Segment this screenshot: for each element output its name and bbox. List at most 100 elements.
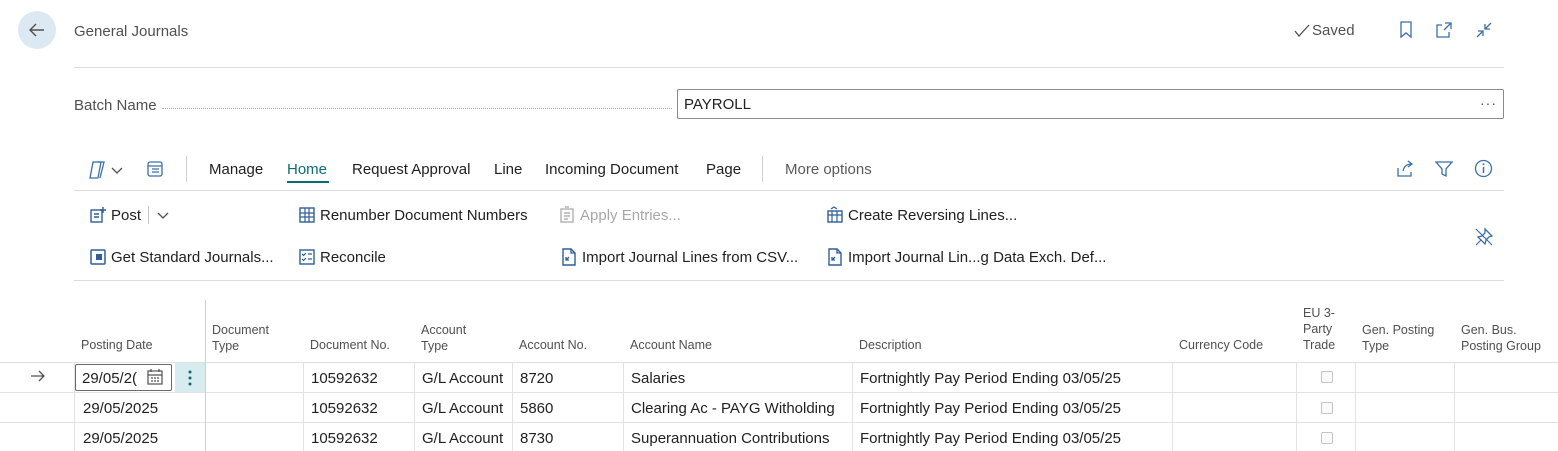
chevron-down-icon xyxy=(111,167,123,174)
open-new-window-button[interactable] xyxy=(1434,20,1454,40)
post-split-divider xyxy=(148,206,150,224)
import-csv-label: Import Journal Lines from CSV... xyxy=(582,248,799,266)
create-reversing-lines-button[interactable]: Create Reversing Lines... xyxy=(826,206,1017,224)
cell-account-no[interactable]: 8730 xyxy=(520,430,553,447)
cell-account-type[interactable]: G/L Account xyxy=(422,430,503,447)
page-title: General Journals xyxy=(74,23,189,40)
cell-account-type[interactable]: G/L Account xyxy=(422,400,503,417)
calendar-icon xyxy=(147,369,163,385)
grid-col-divider xyxy=(1172,362,1173,451)
back-button[interactable] xyxy=(18,11,56,49)
copilot-icon xyxy=(89,161,105,179)
reconcile-label: Reconcile xyxy=(320,248,386,266)
col-currency-code[interactable]: Currency Code xyxy=(1179,337,1263,353)
cell-account-no[interactable]: 5860 xyxy=(520,400,553,417)
pin-action-bar-button[interactable] xyxy=(1474,227,1494,250)
batch-lookup-button[interactable]: ··· xyxy=(1480,95,1497,111)
menu-home[interactable]: Home xyxy=(287,161,327,178)
filter-icon xyxy=(1434,161,1454,178)
menu-request-approval[interactable]: Request Approval xyxy=(352,161,470,178)
more-options-button[interactable]: More options xyxy=(785,161,872,178)
cell-description[interactable]: Fortnightly Pay Period Ending 03/05/25 xyxy=(860,400,1121,417)
menu-manage[interactable]: Manage xyxy=(209,161,263,178)
col-document-type-line2: Type xyxy=(212,339,240,353)
col-account-name[interactable]: Account Name xyxy=(630,337,712,353)
row-actions-button[interactable] xyxy=(175,363,205,392)
col-gen-posting-line2: Type xyxy=(1362,339,1390,353)
import-journal-lines-csv-button[interactable]: Import Journal Lines from CSV... xyxy=(560,248,798,266)
import-journal-lines-data-exch-button[interactable]: Import Journal Lin...g Data Exch. Def... xyxy=(826,248,1106,266)
apply-entries-label: Apply Entries... xyxy=(580,206,681,224)
col-document-type-line1: Document xyxy=(212,323,269,337)
col-account-type[interactable]: Account Type xyxy=(421,322,466,354)
cell-account-name: Superannuation Contributions xyxy=(631,430,830,447)
cell-account-name: Salaries xyxy=(631,370,686,387)
col-eu3-line3: Trade xyxy=(1303,338,1336,352)
cell-posting-date[interactable]: 29/05/2025 xyxy=(83,400,158,417)
col-document-no[interactable]: Document No. xyxy=(310,337,390,353)
cell-document-no[interactable]: 10592632 xyxy=(311,400,378,417)
grid-col-divider xyxy=(1355,362,1356,451)
col-gen-posting-type[interactable]: Gen. Posting Type xyxy=(1362,322,1434,354)
grid-col-divider xyxy=(512,362,513,451)
col-gen-bus-posting-group[interactable]: Gen. Bus. Posting Group xyxy=(1461,322,1541,354)
apply-entries-button[interactable]: Apply Entries... xyxy=(558,206,681,224)
unpin-icon xyxy=(1475,227,1494,246)
cell-account-no[interactable]: 8720 xyxy=(520,370,553,387)
reconcile-icon xyxy=(299,249,315,265)
chevron-down-icon[interactable] xyxy=(156,210,170,220)
post-button[interactable]: Post xyxy=(89,206,170,224)
copilot-button[interactable] xyxy=(86,160,124,180)
menu-separator xyxy=(186,156,187,182)
eu3-party-trade-checkbox[interactable] xyxy=(1321,371,1333,383)
grid-col-divider xyxy=(1454,362,1455,451)
menu-line[interactable]: Line xyxy=(494,161,522,178)
eu3-party-trade-checkbox[interactable] xyxy=(1321,432,1333,444)
col-document-type[interactable]: Document Type xyxy=(212,322,269,354)
col-posting-date[interactable]: Posting Date xyxy=(81,337,153,353)
cell-document-no[interactable]: 10592632 xyxy=(311,430,378,447)
col-account-type-line2: Type xyxy=(421,339,449,353)
list-view-button[interactable] xyxy=(146,160,164,181)
header-divider xyxy=(74,67,1504,68)
cell-description[interactable]: Fortnightly Pay Period Ending 03/05/25 xyxy=(860,370,1121,387)
collapse-button[interactable] xyxy=(1474,20,1494,40)
col-account-type-line1: Account xyxy=(421,323,467,337)
eu3-party-trade-checkbox[interactable] xyxy=(1321,402,1333,414)
bookmark-icon xyxy=(1400,21,1412,39)
cell-description[interactable]: Fortnightly Pay Period Ending 03/05/25 xyxy=(860,430,1121,447)
get-standard-journals-button[interactable]: Get Standard Journals... xyxy=(89,248,274,266)
menu-separator xyxy=(762,156,763,182)
cell-document-no[interactable]: 10592632 xyxy=(311,370,378,387)
reconcile-button[interactable]: Reconcile xyxy=(298,248,386,266)
menu-page[interactable]: Page xyxy=(706,161,741,178)
list-view-icon xyxy=(147,161,163,177)
import-file-icon xyxy=(562,248,576,266)
create-reversing-label: Create Reversing Lines... xyxy=(848,206,1018,224)
cell-account-type[interactable]: G/L Account xyxy=(422,370,503,387)
filter-button[interactable] xyxy=(1434,160,1454,181)
cell-posting-date[interactable]: 29/05/2025 xyxy=(83,430,158,447)
share-button[interactable] xyxy=(1395,160,1415,181)
col-eu3-line1: EU 3- xyxy=(1303,306,1335,320)
info-button[interactable] xyxy=(1474,159,1493,181)
menu-incoming-document[interactable]: Incoming Document xyxy=(545,161,678,178)
batch-name-input[interactable]: PAYROLL xyxy=(677,89,1504,119)
grid-col-divider xyxy=(414,362,415,451)
actions-divider xyxy=(74,280,1504,281)
renumber-label: Renumber Document Numbers xyxy=(320,206,528,224)
col-gen-posting-line1: Gen. Posting xyxy=(1362,323,1435,337)
col-account-no[interactable]: Account No. xyxy=(519,337,587,353)
grid-col-divider xyxy=(303,362,304,451)
share-icon xyxy=(1397,160,1414,177)
posting-date-input[interactable]: 29/05/2( xyxy=(82,370,138,387)
renumber-document-numbers-button[interactable]: Renumber Document Numbers xyxy=(298,206,528,224)
date-picker-button[interactable] xyxy=(146,368,164,389)
row-arrow-icon xyxy=(31,370,45,382)
saved-status: Saved xyxy=(1294,22,1355,39)
import-dataexch-label: Import Journal Lin...g Data Exch. Def... xyxy=(848,248,1107,266)
bookmark-button[interactable] xyxy=(1396,20,1416,40)
col-description[interactable]: Description xyxy=(859,337,922,353)
col-eu3-party-trade[interactable]: EU 3- Party Trade xyxy=(1303,305,1335,353)
renumber-icon xyxy=(299,207,315,223)
